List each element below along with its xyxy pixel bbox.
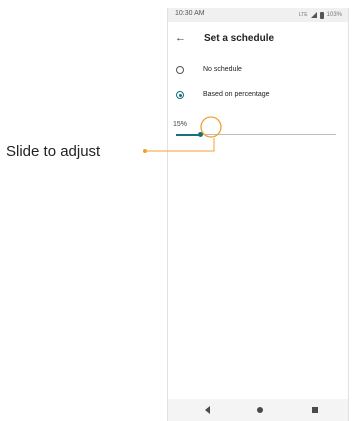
app-bar: ← Set a schedule — [168, 26, 348, 52]
slider-track-active — [176, 134, 200, 136]
battery-label: 103% — [326, 12, 342, 18]
triangle-back-icon[interactable] — [205, 406, 210, 414]
slider-thumb[interactable] — [197, 132, 203, 137]
signal-icon — [310, 12, 317, 18]
option-based-on-percentage[interactable]: Based on percentage — [168, 87, 348, 107]
arrow-left-icon[interactable]: ← — [175, 32, 186, 44]
status-time: 10:30 AM — [175, 10, 205, 17]
square-recent-icon[interactable] — [312, 407, 318, 413]
percentage-slider[interactable] — [176, 132, 336, 137]
callout-dot — [143, 149, 147, 153]
navigation-bar — [168, 399, 348, 421]
phone-screen: 10:30 AM LTE 103% ← Set a schedule No sc… — [167, 8, 349, 421]
status-icons: LTE 103% — [299, 11, 342, 19]
callout-label: Slide to adjust — [6, 143, 101, 160]
option-label: Based on percentage — [203, 91, 270, 98]
option-label: No schedule — [203, 66, 242, 73]
status-bar: 10:30 AM LTE 103% — [168, 8, 348, 22]
slider-track-inactive — [200, 134, 336, 135]
circle-home-icon[interactable] — [257, 407, 263, 413]
radio-button-unchecked[interactable] — [176, 66, 184, 74]
network-label: LTE — [298, 11, 308, 18]
radio-button-checked[interactable] — [176, 91, 184, 99]
page-title: Set a schedule — [204, 33, 275, 44]
option-no-schedule[interactable]: No schedule — [168, 62, 348, 82]
slider-value-label: 15% — [173, 121, 188, 128]
battery-icon — [319, 11, 324, 19]
